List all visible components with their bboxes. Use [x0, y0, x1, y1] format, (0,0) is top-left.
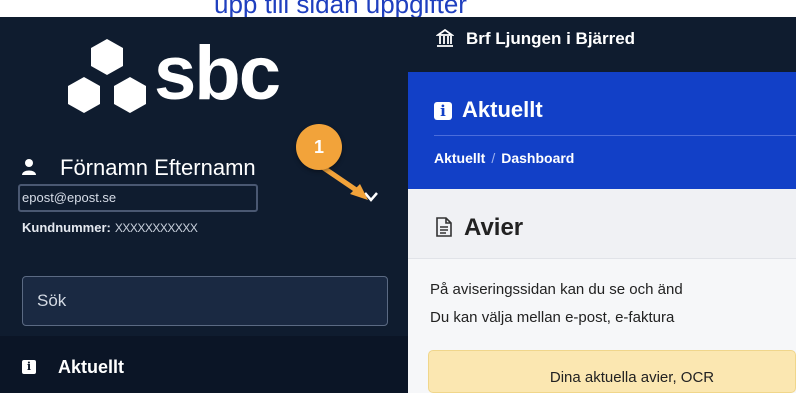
main-content: Avier På aviseringssidan kan du se och ä…: [408, 189, 796, 393]
annotation-badge: 1: [296, 124, 342, 170]
organization-bar: Brf Ljungen i Bjärred: [408, 17, 796, 72]
info-icon: i: [22, 360, 36, 374]
sidebar-item-aktuellt[interactable]: i Aktuellt: [0, 336, 408, 393]
customer-number: Kundnummer: XXXXXXXXXXX: [22, 220, 198, 235]
section-title: Avier: [464, 214, 524, 241]
info-icon: i: [434, 102, 452, 120]
breadcrumb-current: Dashboard: [501, 150, 575, 166]
breadcrumb-separator: /: [491, 150, 496, 166]
sbc-logo[interactable]: sbc: [62, 31, 281, 117]
logo-text: sbc: [154, 31, 281, 116]
breadcrumb-link-aktuellt[interactable]: Aktuellt: [434, 150, 485, 166]
notice-box: Dina aktuella avier, OCR: [428, 350, 796, 393]
customer-number-label: Kundnummer:: [22, 220, 111, 235]
sidebar-item-label: Aktuellt: [58, 357, 125, 377]
avier-card-header: Avier: [408, 189, 796, 259]
building-icon: [436, 29, 454, 47]
user-email: epost@epost.se: [22, 190, 117, 205]
breadcrumb: Aktuellt / Dashboard: [434, 150, 574, 166]
top-cut-text-label: upp till sidan uppgifter: [214, 0, 467, 17]
organization-name[interactable]: Brf Ljungen i Bjärred: [466, 29, 635, 49]
info-text-line: På aviseringssidan kan du se och änd: [430, 281, 683, 298]
info-text-line: Du kan välja mellan e-post, e-faktura: [430, 309, 675, 326]
top-cut-text: upp till sidan uppgifter: [0, 0, 796, 17]
page-title: Aktuellt: [462, 97, 543, 122]
customer-number-value: XXXXXXXXXXX: [114, 221, 198, 235]
user-icon: [22, 159, 36, 175]
search-input[interactable]: Sök: [22, 276, 388, 326]
page-header: i Aktuellt Aktuellt / Dashboard: [408, 72, 796, 189]
document-icon: [436, 217, 452, 237]
notice-text: Dina aktuella avier, OCR: [549, 369, 715, 386]
user-name: Förnamn Efternamn: [60, 155, 256, 180]
header-divider: [434, 135, 796, 136]
cubes-logo-icon: [68, 39, 146, 113]
